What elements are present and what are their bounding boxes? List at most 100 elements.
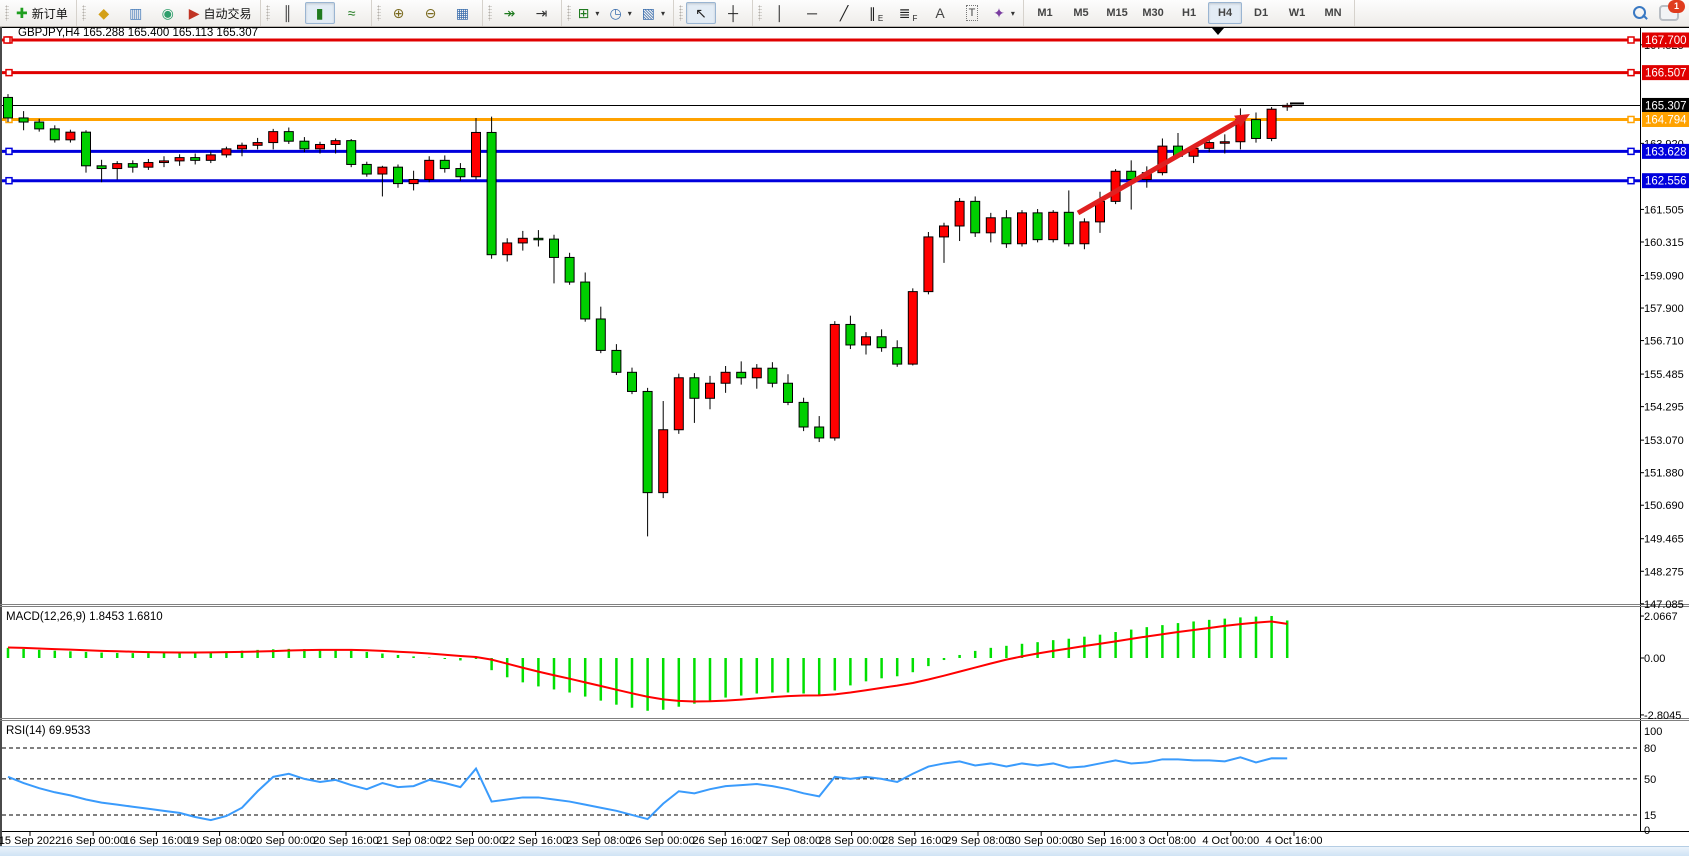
line-handle[interactable]: [1628, 70, 1634, 76]
timeframe-mn[interactable]: MN: [1316, 2, 1350, 24]
sub-letter: F: [912, 14, 917, 23]
line-handle[interactable]: [1628, 148, 1634, 154]
candle: [784, 383, 793, 402]
candle: [503, 243, 512, 255]
toolbar: ✚新订单◆▥◉▶自动交易║▮≈⊕⊖▦↠⇥⊞▾◷▾▧▾↖┼│─╱∥E≣FAT✦▾M…: [0, 0, 1689, 27]
candle: [690, 378, 699, 399]
candle: [35, 122, 44, 129]
price-tick-label: 154.295: [1644, 402, 1684, 414]
toolbar-group: ║▮≈: [261, 0, 372, 26]
search-icon[interactable]: [1633, 6, 1647, 20]
time-label: 28 Sep 00:00: [819, 835, 884, 846]
line-handle[interactable]: [4, 37, 10, 43]
market-watch-button[interactable]: ◆: [89, 2, 119, 24]
candle: [955, 201, 964, 226]
price-tick-label: 159.090: [1644, 270, 1684, 282]
candle: [191, 158, 200, 161]
candle: [768, 368, 777, 383]
chart-symbol-title: GBPJPY,H4 165.288 165.400 165.113 165.30…: [18, 27, 258, 39]
line-handle[interactable]: [6, 148, 12, 154]
candle: [300, 141, 309, 149]
auto-trading-icon: ▶: [189, 6, 200, 20]
candle: [487, 132, 496, 254]
line-handle[interactable]: [1628, 37, 1634, 43]
price-tick-label: 160.315: [1644, 237, 1684, 249]
zoom-in-button[interactable]: ⊕: [384, 2, 414, 24]
rsi-line: [8, 757, 1287, 820]
cursor-icon: ↖: [695, 6, 707, 20]
timeframe-h4[interactable]: H4: [1208, 2, 1242, 24]
candle: [66, 132, 75, 140]
auto-trading-button[interactable]: ▶自动交易: [185, 2, 256, 24]
rsi-level-label: 15: [1644, 810, 1656, 822]
text-label-button[interactable]: T: [957, 2, 987, 24]
candle: [830, 324, 839, 438]
time-label: 27 Sep 08:00: [756, 835, 821, 846]
trendline-button[interactable]: ╱: [829, 2, 859, 24]
text-icon: A: [935, 6, 944, 20]
chevron-down-icon[interactable]: ▾: [661, 9, 665, 18]
rsi-label: RSI(14) 69.9533: [6, 725, 90, 737]
time-label: 15 Sep 2022: [0, 835, 61, 846]
time-label: 30 Sep 16:00: [1072, 835, 1137, 846]
bar-chart-button[interactable]: ║: [273, 2, 303, 24]
line-handle[interactable]: [6, 178, 12, 184]
notifications-icon[interactable]: 1: [1659, 5, 1679, 21]
candle: [643, 391, 652, 492]
line-chart-button[interactable]: ≈: [337, 2, 367, 24]
candle: [940, 226, 949, 237]
text-button[interactable]: A: [925, 2, 955, 24]
navigator-button[interactable]: ▥: [121, 2, 151, 24]
line-handle[interactable]: [1628, 116, 1634, 122]
rsi-level-label: 100: [1644, 726, 1662, 738]
candle: [1080, 222, 1089, 244]
crosshair-button[interactable]: ┼: [718, 2, 748, 24]
line-handle[interactable]: [6, 70, 12, 76]
vertical-line-button[interactable]: │: [765, 2, 795, 24]
templates-button[interactable]: ▧▾: [638, 2, 669, 24]
candle: [97, 166, 106, 169]
candle: [472, 132, 481, 176]
time-label: 20 Sep 16:00: [313, 835, 378, 846]
price-tick-label: 156.710: [1644, 336, 1684, 348]
candlestick-chart-button[interactable]: ▮: [305, 2, 335, 24]
periods-button[interactable]: ◷▾: [606, 2, 636, 24]
auto-scroll-button[interactable]: ↠: [495, 2, 525, 24]
grip-handle: [679, 5, 683, 21]
new-order-button[interactable]: ✚新订单: [12, 2, 72, 24]
equidistant-channel-button[interactable]: ∥E: [861, 2, 891, 24]
chevron-down-icon[interactable]: ▾: [1011, 9, 1015, 18]
cursor-button[interactable]: ↖: [686, 2, 716, 24]
trend-arrow[interactable]: [1078, 119, 1242, 213]
fibonacci-button[interactable]: ≣F: [893, 2, 923, 24]
community-button[interactable]: ◉: [153, 2, 183, 24]
candle: [862, 337, 871, 345]
timeframe-d1[interactable]: D1: [1244, 2, 1278, 24]
candle: [394, 167, 403, 183]
toolbar-group: ◆▥◉▶自动交易: [77, 0, 261, 26]
timeframe-m5[interactable]: M5: [1064, 2, 1098, 24]
horizontal-line-button[interactable]: ─: [797, 2, 827, 24]
tile-windows-button[interactable]: ▦: [448, 2, 478, 24]
chart-shift-button[interactable]: ⇥: [527, 2, 557, 24]
timeframe-w1[interactable]: W1: [1280, 2, 1314, 24]
candle: [877, 337, 886, 348]
fibonacci-icon: ≣: [899, 6, 911, 20]
indicators-button[interactable]: ⊞▾: [574, 2, 604, 24]
indicators-icon: ⊞: [578, 6, 590, 20]
candle: [721, 372, 730, 383]
line-handle[interactable]: [1628, 178, 1634, 184]
timeframe-h1[interactable]: H1: [1172, 2, 1206, 24]
candle: [128, 164, 137, 168]
time-label: 30 Sep 00:00: [1008, 835, 1073, 846]
timeframe-m30[interactable]: M30: [1136, 2, 1170, 24]
top-marker-icon: [1212, 28, 1224, 35]
timeframe-m1[interactable]: M1: [1028, 2, 1062, 24]
zoom-out-button[interactable]: ⊖: [416, 2, 446, 24]
candle: [596, 319, 605, 350]
timeframe-m15[interactable]: M15: [1100, 2, 1134, 24]
arrows-button[interactable]: ✦▾: [989, 2, 1019, 24]
chevron-down-icon[interactable]: ▾: [595, 9, 599, 18]
chevron-down-icon[interactable]: ▾: [628, 9, 632, 18]
price-badge-label: 162.556: [1645, 176, 1687, 188]
